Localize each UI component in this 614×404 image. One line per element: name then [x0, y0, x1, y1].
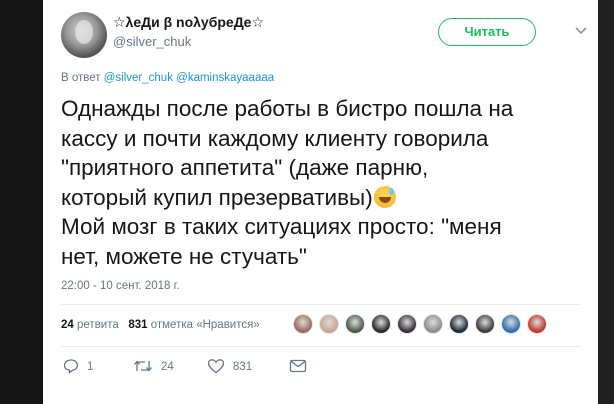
tweet-line: кассу и почти каждому клиенту говорила [61, 125, 489, 151]
divider [61, 346, 581, 347]
tweet-line: "приятного аппетита" (даже парню, [61, 155, 429, 180]
tweet-line: Однажды после работы в бистро пошла на [61, 96, 514, 121]
background-left [0, 0, 43, 404]
likes-label[interactable]: отметка «Нравится» [151, 319, 260, 331]
tweet-timestamp[interactable]: 22:00 - 10 сент. 2018 г. [61, 280, 180, 292]
liker-avatar-6[interactable] [423, 314, 443, 334]
message-action[interactable] [289, 358, 307, 380]
tweet-line: который купил презервативы) [61, 184, 373, 210]
likes-count[interactable]: 831 [128, 319, 147, 331]
message-icon [289, 359, 307, 373]
retweets-label[interactable]: ретвита [77, 319, 119, 331]
retweet-count: 24 [161, 361, 174, 373]
liker-avatar-3[interactable] [345, 314, 365, 334]
reply-action[interactable]: 1 [63, 358, 93, 380]
liker-avatar-4[interactable] [371, 314, 391, 334]
tweet-line: Мой мозг в таких ситуациях просто: "меня [61, 214, 502, 239]
like-count: 831 [233, 361, 253, 373]
retweet-action[interactable]: 24 [133, 358, 174, 380]
liker-avatar-1[interactable] [293, 314, 313, 334]
tweet-line: нет, можете не стучать" [61, 243, 307, 269]
like-action[interactable]: 831 [207, 358, 252, 380]
liker-avatar-8[interactable] [475, 314, 495, 334]
grinning-face-with-sweat-icon [373, 185, 396, 208]
tweet-line-with-emoji: который купил презервативы) [61, 183, 581, 213]
background-right [598, 0, 614, 404]
reply-icon [63, 359, 79, 374]
reply-prefix: В ответ [61, 72, 101, 84]
avatar[interactable] [61, 12, 107, 58]
divider [61, 304, 581, 305]
liker-avatar-5[interactable] [397, 314, 417, 334]
like-icon [207, 359, 225, 374]
liker-avatar-2[interactable] [319, 314, 339, 334]
retweet-icon [134, 360, 152, 372]
tweet-stats: 24 ретвита 831 отметка «Нравится» [61, 319, 260, 331]
follow-button[interactable]: Читать [438, 18, 536, 46]
reply-mention-1[interactable]: @silver_chuk [104, 72, 173, 84]
display-name[interactable]: ☆λeДи β noλyбpeДe☆ [113, 14, 264, 31]
liker-avatar-9[interactable] [501, 314, 521, 334]
reply-mention-2[interactable]: @kaminskayaaaaa [176, 72, 274, 84]
reply-count: 1 [87, 361, 94, 373]
tweet-card: ☆λeДи β noλyбpeДe☆ @silver_chuk Читать В… [43, 0, 598, 404]
caret-down-icon[interactable] [574, 26, 588, 36]
tweet-text: Однажды после работы в бистро пошла на к… [61, 94, 581, 271]
user-handle[interactable]: @silver_chuk [113, 34, 191, 49]
liker-avatars [293, 314, 553, 336]
liker-avatar-7[interactable] [449, 314, 469, 334]
liker-avatar-10[interactable] [527, 314, 547, 334]
retweets-count[interactable]: 24 [61, 319, 74, 331]
reply-context: В ответ @silver_chuk @kaminskayaaaaa [61, 72, 274, 84]
action-bar: 1 24 831 [61, 358, 581, 380]
